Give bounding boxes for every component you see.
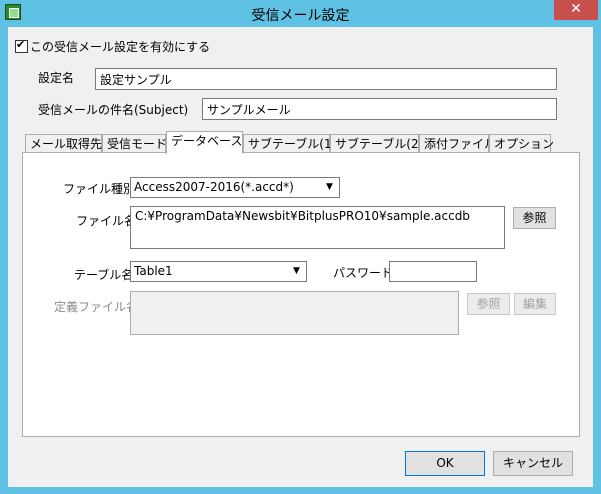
definition-edit-button: 編集 [514, 293, 556, 315]
file-name-label: ファイル名 [76, 214, 137, 228]
setting-name-input[interactable]: 設定サンプル [95, 68, 557, 90]
close-button[interactable]: ✕ [554, 0, 598, 20]
definition-file-input [130, 291, 459, 335]
chevron-down-icon[interactable]: ▼ [321, 179, 338, 196]
tab-attachments[interactable]: 添付ファイル [419, 134, 496, 153]
definition-browse-button: 参照 [467, 293, 510, 315]
setting-name-label: 設定名 [38, 71, 75, 85]
file-type-label: ファイル種別 [63, 182, 136, 196]
subject-label: 受信メールの件名(Subject) [38, 103, 189, 117]
definition-file-label: 定義ファイル名 [54, 300, 139, 314]
password-input[interactable] [389, 261, 477, 282]
table-name-value: Table1 [134, 264, 173, 278]
table-name-select[interactable]: Table1 ▼ [130, 261, 307, 282]
subject-input[interactable]: サンプルメール [202, 98, 557, 120]
cancel-button[interactable]: キャンセル [493, 451, 573, 476]
enable-checkbox-label[interactable]: この受信メール設定を有効にする [30, 38, 210, 55]
window-title: 受信メール設定 [251, 8, 350, 24]
password-label: パスワード [333, 266, 394, 280]
chevron-down-icon[interactable]: ▼ [288, 263, 305, 280]
file-type-value: Access2007-2016(*.accd*) [134, 180, 294, 194]
table-name-label: テーブル名 [74, 268, 134, 282]
file-type-select[interactable]: Access2007-2016(*.accd*) ▼ [130, 177, 340, 198]
title-bar[interactable]: 受信メール設定 ✕ [0, 0, 601, 26]
client-area: この受信メール設定を有効にする 設定名 設定サンプル 受信メールの件名(Subj… [8, 27, 593, 487]
database-panel: ファイル種別 Access2007-2016(*.accd*) ▼ ファイル名 … [22, 152, 580, 437]
dialog-window: 受信メール設定 ✕ この受信メール設定を有効にする 設定名 設定サンプル 受信メ… [0, 0, 601, 494]
browse-file-button[interactable]: 参照 [513, 207, 556, 229]
tab-mail-source[interactable]: メール取得先 [25, 134, 102, 153]
tab-subtable-2[interactable]: サブテーブル(2) [330, 134, 423, 153]
tab-subtable-1[interactable]: サブテーブル(1) [243, 134, 336, 153]
tab-receive-mode[interactable]: 受信モード [102, 134, 167, 153]
ok-button[interactable]: OK [405, 451, 485, 476]
tab-options[interactable]: オプション [489, 134, 554, 153]
enable-checkbox[interactable] [15, 38, 28, 53]
file-name-input[interactable]: C:¥ProgramData¥Newsbit¥BitplusPRO10¥samp… [130, 206, 505, 249]
tab-database[interactable]: データベース [166, 131, 243, 154]
